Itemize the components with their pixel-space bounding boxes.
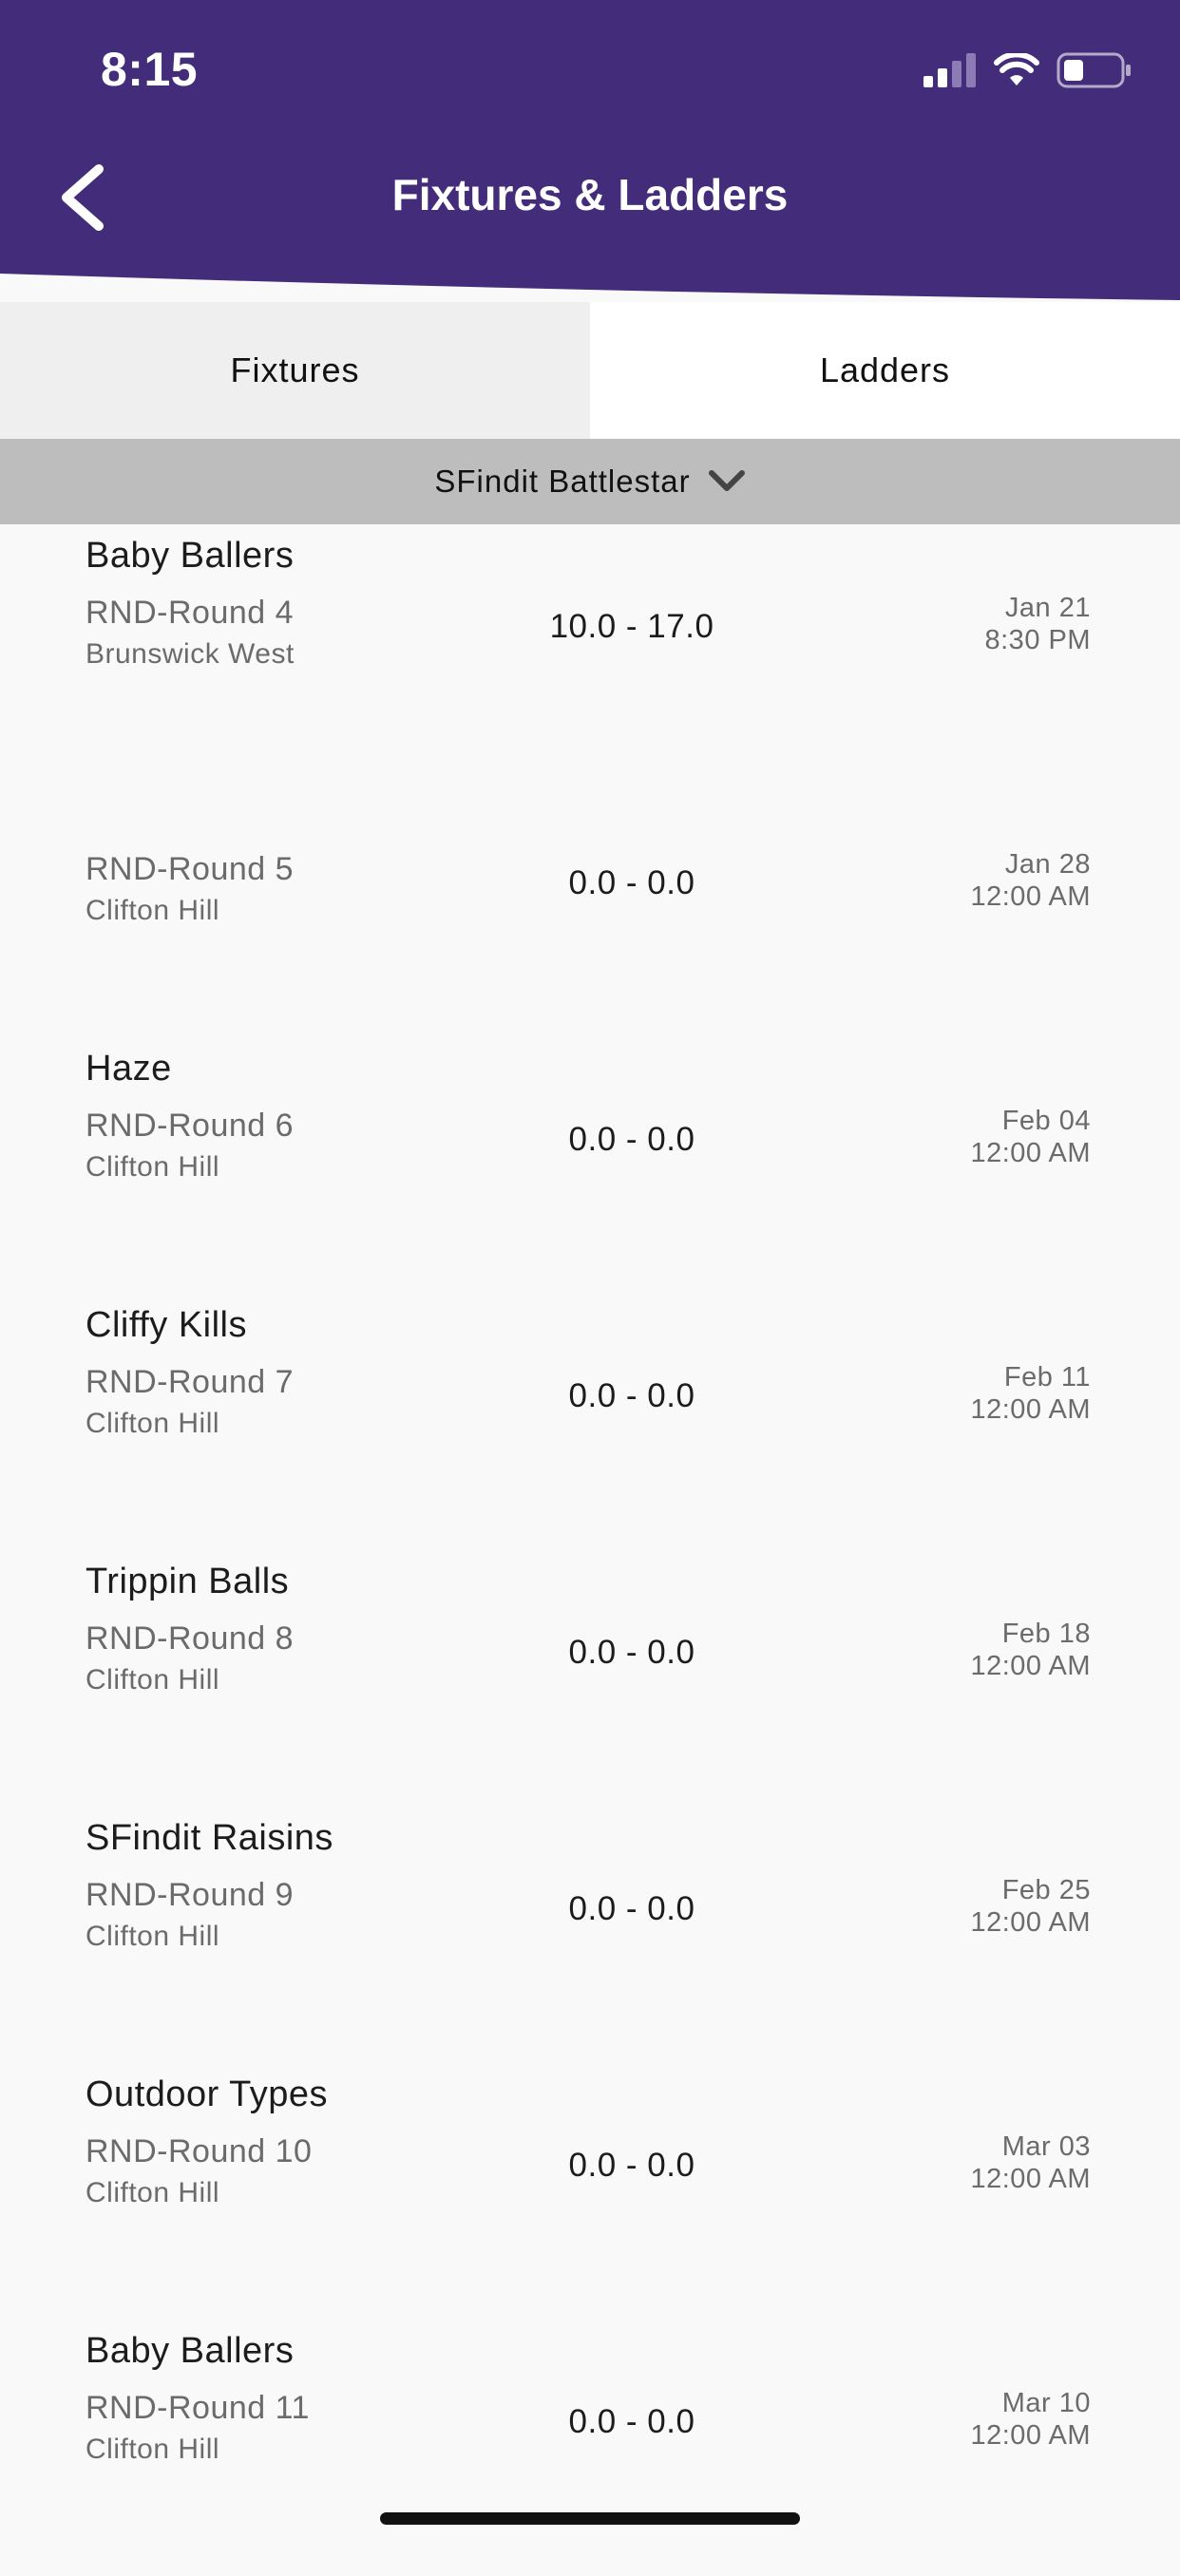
venue-label: Clifton Hill xyxy=(86,1664,220,1695)
fixture-row[interactable]: SFindit Raisins RND-Round 9 Clifton Hill… xyxy=(0,1807,1180,2063)
score: 0.0 - 0.0 xyxy=(568,2403,695,2440)
battery-icon xyxy=(1056,52,1131,88)
status-icons xyxy=(923,49,1132,91)
fixture-row[interactable]: Baby Ballers RND-Round 11 Clifton Hill 0… xyxy=(0,2320,1180,2576)
venue-label: Clifton Hill xyxy=(86,895,220,926)
score: 0.0 - 0.0 xyxy=(568,1634,695,1671)
venue-label: Clifton Hill xyxy=(86,1921,220,1952)
opponent-name: Baby Ballers xyxy=(86,2331,295,2371)
round-label: RND-Round 6 xyxy=(86,1108,295,1144)
venue-label: Clifton Hill xyxy=(86,1408,220,1439)
match-date: Mar 03 xyxy=(1001,2131,1091,2162)
venue-label: Clifton Hill xyxy=(86,2434,220,2465)
tab-fixtures[interactable]: Fixtures xyxy=(0,302,590,439)
team-selector-label: SFindit Battlestar xyxy=(434,464,691,499)
match-time: 12:00 AM xyxy=(970,2420,1091,2451)
round-label: RND-Round 4 xyxy=(86,595,295,631)
fixture-row[interactable]: Trippin Balls RND-Round 8 Clifton Hill 0… xyxy=(0,1550,1180,1807)
opponent-name: SFindit Raisins xyxy=(86,1818,333,1858)
venue-label: Clifton Hill xyxy=(86,1151,220,1183)
round-label: RND-Round 10 xyxy=(86,2133,313,2169)
opponent-name: Haze xyxy=(86,1049,172,1089)
round-label: RND-Round 9 xyxy=(86,1877,295,1913)
team-selector[interactable]: SFindit Battlestar xyxy=(0,439,1180,524)
score: 0.0 - 0.0 xyxy=(568,1377,695,1414)
round-label: RND-Round 11 xyxy=(86,2390,310,2426)
match-date: Mar 10 xyxy=(1001,2388,1091,2418)
match-date: Jan 21 xyxy=(1004,593,1091,623)
score: 0.0 - 0.0 xyxy=(568,2147,695,2184)
match-date: Feb 04 xyxy=(1001,1106,1091,1136)
opponent-name: Outdoor Types xyxy=(86,2074,329,2114)
fixture-row[interactable]: Haze RND-Round 6 Clifton Hill 0.0 - 0.0 … xyxy=(0,1037,1180,1294)
fixture-row[interactable]: RND-Round 5 Clifton Hill 0.0 - 0.0 Jan 2… xyxy=(0,781,1180,1037)
tab-ladders[interactable]: Ladders xyxy=(590,302,1180,439)
chevron-down-icon xyxy=(708,470,745,491)
opponent-name: Trippin Balls xyxy=(86,1562,290,1601)
match-time: 12:00 AM xyxy=(970,1138,1091,1168)
match-time: 12:00 AM xyxy=(970,2164,1091,2194)
venue-label: Brunswick West xyxy=(86,638,295,670)
match-time: 12:00 AM xyxy=(970,881,1091,912)
tab-bar: Fixtures Ladders xyxy=(0,302,1180,439)
score: 0.0 - 0.0 xyxy=(568,1890,695,1927)
signal-icon xyxy=(923,53,976,87)
app-header: 8:15 Fixtures & Ladders xyxy=(0,0,1180,304)
page-title: Fixtures & Ladders xyxy=(391,170,789,219)
match-time: 12:00 AM xyxy=(970,1394,1091,1425)
match-date: Jan 28 xyxy=(1004,849,1091,880)
fixture-row[interactable]: Baby Ballers RND-Round 4 Brunswick West … xyxy=(0,524,1180,781)
score: 0.0 - 0.0 xyxy=(568,864,695,901)
opponent-name: Cliffy Kills xyxy=(86,1305,247,1345)
match-time: 12:00 AM xyxy=(970,1651,1091,1681)
home-indicator[interactable] xyxy=(380,2512,800,2525)
round-label: RND-Round 8 xyxy=(86,1620,295,1657)
match-time: 8:30 PM xyxy=(984,625,1091,655)
score: 0.0 - 0.0 xyxy=(568,1121,695,1158)
status-time: 8:15 xyxy=(101,43,199,96)
wifi-icon xyxy=(994,53,1039,85)
opponent-name: Baby Ballers xyxy=(86,536,295,576)
match-date: Feb 11 xyxy=(1003,1362,1091,1392)
match-date: Feb 18 xyxy=(1001,1619,1091,1649)
match-time: 12:00 AM xyxy=(970,1907,1091,1938)
venue-label: Clifton Hill xyxy=(86,2177,220,2208)
match-date: Feb 25 xyxy=(1001,1875,1091,1905)
fixture-row[interactable]: Cliffy Kills RND-Round 7 Clifton Hill 0.… xyxy=(0,1294,1180,1550)
score: 10.0 - 17.0 xyxy=(549,608,714,645)
round-label: RND-Round 5 xyxy=(86,851,295,887)
round-label: RND-Round 7 xyxy=(86,1364,295,1400)
fixture-row[interactable]: Outdoor Types RND-Round 10 Clifton Hill … xyxy=(0,2063,1180,2320)
